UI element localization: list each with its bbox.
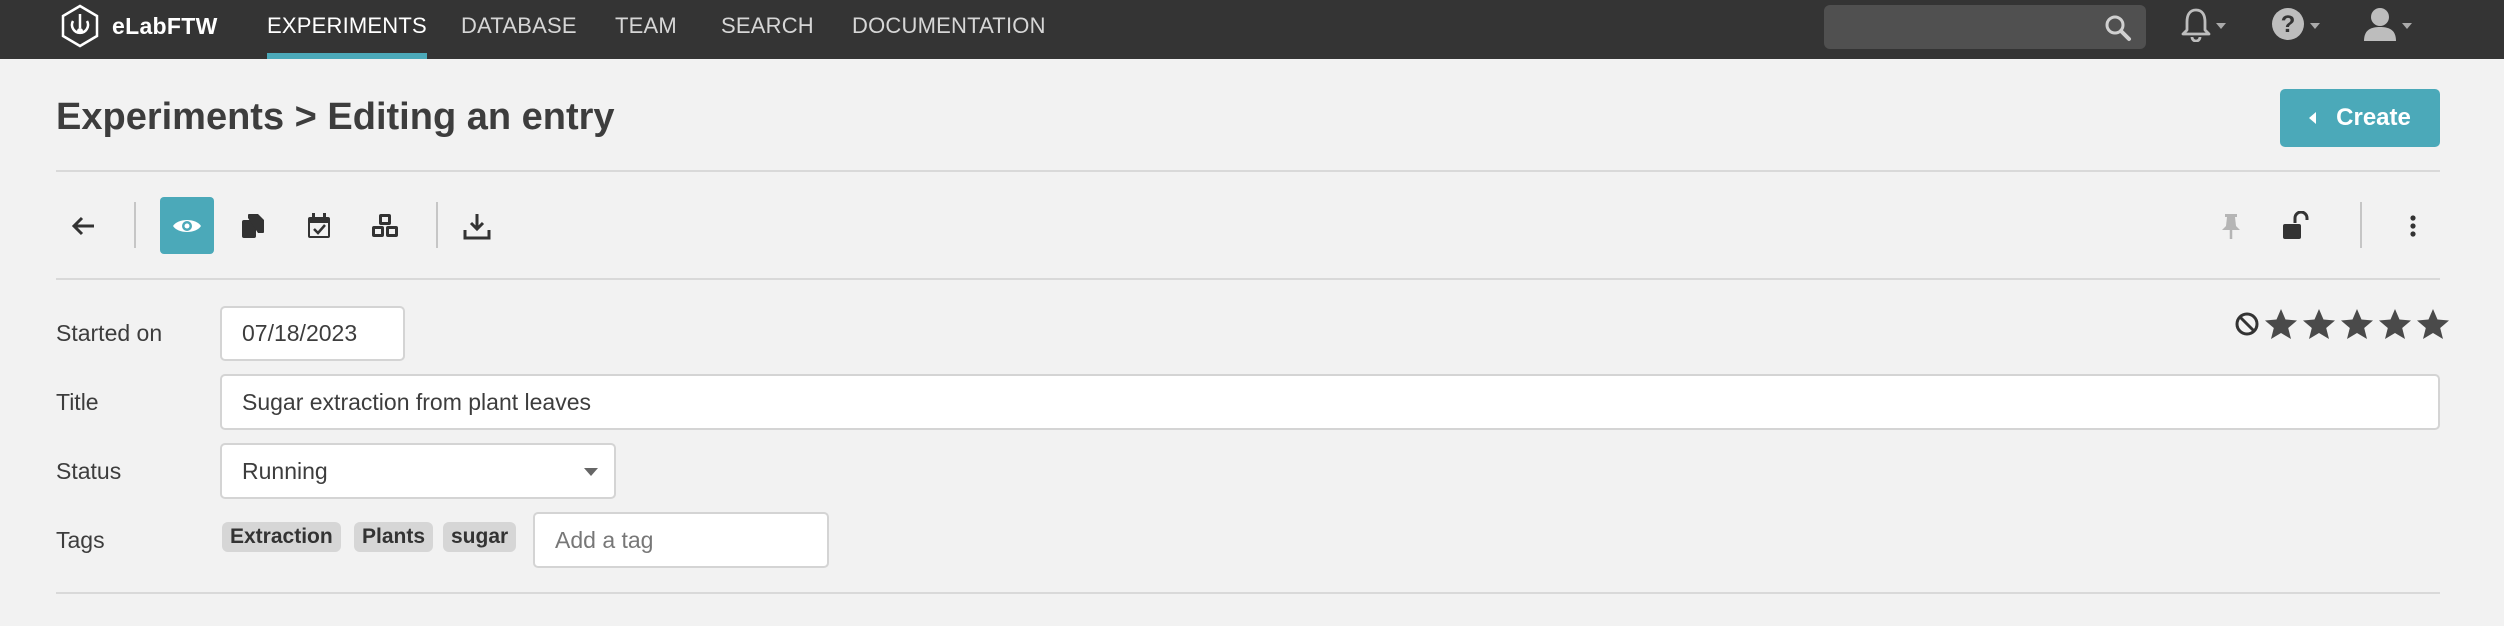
toolbar-separator xyxy=(134,202,136,248)
nav-search[interactable]: SEARCH xyxy=(721,0,814,59)
star-icon[interactable] xyxy=(2378,308,2412,340)
status-label: Status xyxy=(56,458,122,484)
star-icon[interactable] xyxy=(2264,308,2298,340)
more-options-button[interactable] xyxy=(2386,197,2440,254)
user-icon xyxy=(2364,8,2396,41)
download-icon xyxy=(463,213,491,239)
nav-documentation[interactable]: DOCUMENTATION xyxy=(852,0,1046,59)
top-navbar: eLabFTW EXPERIMENTS DATABASE TEAM SEARCH… xyxy=(0,0,2504,59)
toolbar-divider xyxy=(56,278,2440,280)
duplicate-button[interactable] xyxy=(226,197,280,254)
duplicate-icon xyxy=(242,213,264,238)
navbar-search-input[interactable] xyxy=(1824,5,2146,49)
back-arrow-icon xyxy=(71,216,94,235)
chevron-down-icon xyxy=(2216,23,2226,29)
calendar-icon xyxy=(308,212,330,238)
tag-chip[interactable]: sugar xyxy=(443,522,517,552)
header-divider xyxy=(56,170,2440,172)
started-on-date-field[interactable]: 07/18/2023 xyxy=(220,306,405,361)
lock-open-icon xyxy=(2283,210,2309,239)
form-divider xyxy=(56,592,2440,594)
page-title: Experiments > Editing an entry xyxy=(56,96,615,138)
cubes-icon xyxy=(372,213,398,237)
nav-experiments[interactable]: EXPERIMENTS xyxy=(267,0,427,59)
help-icon: ? xyxy=(2272,8,2304,40)
star-icon[interactable] xyxy=(2416,308,2450,340)
help-dropdown[interactable]: ? xyxy=(2270,2,2320,46)
started-on-label: Started on xyxy=(56,320,163,346)
add-tag-placeholder: Add a tag xyxy=(555,526,654,553)
pin-icon xyxy=(2222,213,2240,239)
tag-chip[interactable]: Extraction xyxy=(222,522,341,552)
title-label: Title xyxy=(56,389,99,415)
status-selected-value: Running xyxy=(242,457,328,484)
clear-rating-icon[interactable] xyxy=(2234,311,2260,337)
nav-team[interactable]: TEAM xyxy=(615,0,677,59)
navbar-search xyxy=(1824,5,2146,49)
brand-logo-link[interactable]: eLabFTW xyxy=(58,2,218,50)
pin-button[interactable] xyxy=(2204,197,2258,254)
caret-left-icon xyxy=(2309,112,2317,124)
star-icon[interactable] xyxy=(2302,308,2336,340)
create-button[interactable]: Create xyxy=(2280,89,2440,147)
tags-label: Tags xyxy=(56,527,105,553)
notifications-dropdown[interactable] xyxy=(2180,2,2226,46)
back-button[interactable] xyxy=(56,197,110,254)
status-select[interactable]: Running xyxy=(220,443,616,499)
view-mode-button[interactable] xyxy=(160,197,214,254)
chevron-down-icon xyxy=(2310,23,2320,29)
toolbar-separator xyxy=(2360,202,2362,248)
rating-widget xyxy=(2234,308,2450,340)
lock-button[interactable] xyxy=(2268,197,2322,254)
eye-icon xyxy=(173,219,201,232)
tag-chip[interactable]: Plants xyxy=(354,522,434,552)
search-icon[interactable] xyxy=(2104,14,2132,42)
bell-icon xyxy=(2181,8,2211,42)
export-button[interactable] xyxy=(450,197,504,254)
more-vertical-icon xyxy=(2410,214,2416,237)
user-dropdown[interactable] xyxy=(2362,2,2412,46)
title-input[interactable]: Sugar extraction from plant leaves xyxy=(220,374,2440,430)
chevron-down-icon xyxy=(2402,23,2412,29)
toolbar-separator xyxy=(436,202,438,248)
chevron-down-icon xyxy=(584,468,598,476)
create-button-label: Create xyxy=(2336,104,2411,131)
elabftw-logo-icon xyxy=(61,4,99,48)
svg-text:?: ? xyxy=(2281,11,2296,38)
add-tag-input[interactable]: Add a tag xyxy=(533,512,829,568)
nav-database[interactable]: DATABASE xyxy=(461,0,577,59)
link-resources-button[interactable] xyxy=(358,197,412,254)
star-icon[interactable] xyxy=(2340,308,2374,340)
schedule-button[interactable] xyxy=(292,197,346,254)
brand-name: eLabFTW xyxy=(112,12,218,39)
